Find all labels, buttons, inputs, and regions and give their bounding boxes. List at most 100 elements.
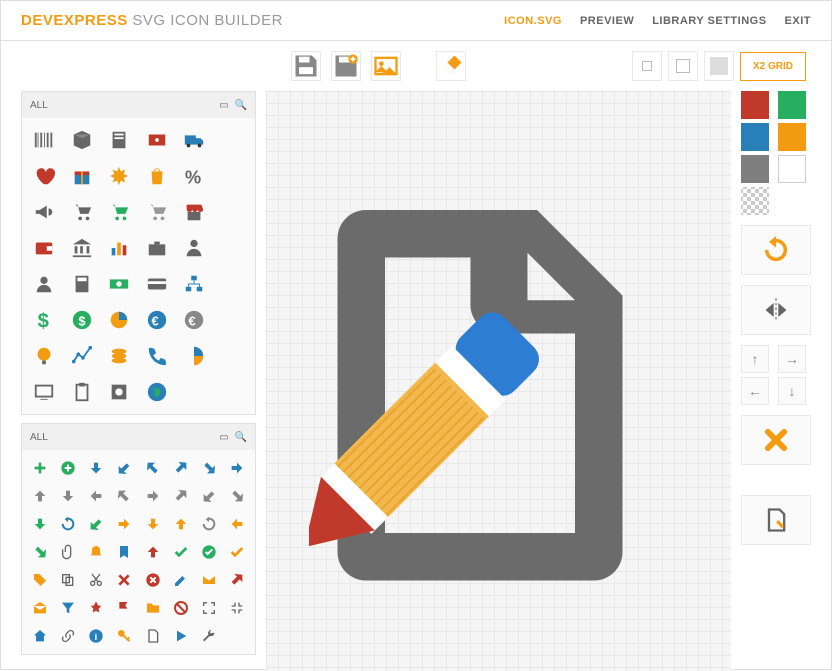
nudge-right[interactable]: → [778, 345, 806, 373]
server-icon[interactable] [101, 122, 137, 158]
size-medium-button[interactable] [668, 51, 698, 81]
save-as-button[interactable] [331, 51, 361, 81]
bag-icon[interactable] [139, 158, 175, 194]
flag-icon[interactable] [110, 594, 138, 622]
dollar-icon[interactable]: $ [26, 302, 62, 338]
calculator-icon[interactable] [64, 266, 100, 302]
play-icon[interactable] [167, 622, 195, 650]
fullscreen-icon[interactable] [195, 594, 223, 622]
pin-icon[interactable] [82, 594, 110, 622]
rotate-button[interactable] [741, 225, 811, 275]
arrow-up-red-icon[interactable] [139, 538, 167, 566]
swatch-gray[interactable] [741, 155, 769, 183]
info-icon[interactable]: i [82, 622, 110, 650]
save-button[interactable] [291, 51, 321, 81]
lib1-search-icon[interactable]: 🔍 [235, 100, 247, 111]
eraser-button[interactable] [436, 51, 466, 81]
copy-icon[interactable] [54, 566, 82, 594]
arrow-ul-gray-icon[interactable] [110, 482, 138, 510]
swatch-green[interactable] [778, 91, 806, 119]
arrow-dl-gray-icon[interactable] [195, 482, 223, 510]
org-chart-icon[interactable] [176, 266, 212, 302]
tag-icon[interactable] [26, 566, 54, 594]
flip-button[interactable] [741, 285, 811, 335]
arrow-left-orange-icon[interactable] [223, 510, 251, 538]
delete-button[interactable] [741, 415, 811, 465]
swatch-red[interactable] [741, 91, 769, 119]
pie-chart-icon[interactable] [176, 338, 212, 374]
arrow-down-blue-icon[interactable] [82, 454, 110, 482]
arrow-down-green-icon[interactable] [26, 510, 54, 538]
credit-card-icon[interactable] [139, 266, 175, 302]
arrow-ur-gray-icon[interactable] [167, 482, 195, 510]
line-chart-icon[interactable] [64, 338, 100, 374]
size-large-button[interactable] [704, 51, 734, 81]
truck-icon[interactable] [176, 122, 212, 158]
dollar-circle-icon[interactable]: $ [64, 302, 100, 338]
arrow-down-orange-icon[interactable] [139, 510, 167, 538]
nav-library-settings[interactable]: LIBRARY SETTINGS [652, 15, 766, 27]
refresh-blue-icon[interactable] [54, 510, 82, 538]
globe-icon[interactable] [139, 374, 175, 410]
swatch-transparent[interactable] [741, 187, 769, 215]
swatch-orange[interactable] [778, 123, 806, 151]
lib2-search-icon[interactable]: 🔍 [235, 432, 247, 443]
arrow-up-gray-icon[interactable] [26, 482, 54, 510]
check-green-icon[interactable] [167, 538, 195, 566]
size-small-button[interactable] [632, 51, 662, 81]
arrow-dl-blue-icon[interactable] [110, 454, 138, 482]
link-icon[interactable] [54, 622, 82, 650]
briefcase-icon[interactable] [139, 230, 175, 266]
arrow-ur-blue-icon[interactable] [167, 454, 195, 482]
plus-icon[interactable] [26, 454, 54, 482]
arrow-up-orange-icon[interactable] [167, 510, 195, 538]
forbidden-icon[interactable] [167, 594, 195, 622]
lib2-filter-icon[interactable]: ▭ [219, 432, 228, 443]
euro-icon[interactable]: € [139, 302, 175, 338]
cut-icon[interactable] [82, 566, 110, 594]
safe-icon[interactable] [101, 374, 137, 410]
screen-icon[interactable] [26, 374, 62, 410]
arrow-down-gray-icon[interactable] [54, 482, 82, 510]
nudge-up[interactable]: ↑ [741, 345, 769, 373]
doc-icon[interactable] [139, 622, 167, 650]
cash-icon[interactable] [101, 266, 137, 302]
store-icon[interactable] [176, 194, 212, 230]
clipboard-icon[interactable] [64, 374, 100, 410]
arrow-dr-green-icon[interactable] [26, 538, 54, 566]
heart-icon[interactable] [26, 158, 62, 194]
bank-icon[interactable] [64, 230, 100, 266]
user-icon[interactable] [26, 266, 62, 302]
grid-scale-button[interactable]: X2 GRID [740, 52, 806, 81]
bulb-icon[interactable] [26, 338, 62, 374]
arrow-dl-green-icon[interactable] [82, 510, 110, 538]
refresh-gray-icon[interactable] [195, 510, 223, 538]
swatch-blue[interactable] [741, 123, 769, 151]
attach-icon[interactable] [54, 538, 82, 566]
check-circle-icon[interactable] [195, 538, 223, 566]
manager-icon[interactable] [176, 230, 212, 266]
arrow-dr-gray-icon[interactable] [223, 482, 251, 510]
arrow-ur-red-icon[interactable] [223, 566, 251, 594]
burst-icon[interactable] [101, 158, 137, 194]
cart-gray-icon[interactable] [139, 194, 175, 230]
bookmark-icon[interactable] [110, 538, 138, 566]
home-icon[interactable] [26, 622, 54, 650]
nav-preview[interactable]: PREVIEW [580, 15, 634, 27]
percent-icon[interactable]: % [176, 158, 212, 194]
folder-icon[interactable] [139, 594, 167, 622]
coins-icon[interactable] [101, 338, 137, 374]
funnel-icon[interactable] [54, 594, 82, 622]
check-orange-icon[interactable] [223, 538, 251, 566]
lib1-filter-icon[interactable]: ▭ [219, 100, 228, 111]
wallet-icon[interactable] [26, 230, 62, 266]
nav-exit[interactable]: EXIT [785, 15, 811, 27]
swatch-white[interactable] [778, 155, 806, 183]
image-button[interactable] [371, 51, 401, 81]
edit-document-button[interactable] [741, 495, 811, 545]
ticket-icon[interactable] [139, 122, 175, 158]
plus-circle-icon[interactable] [54, 454, 82, 482]
nav-icon-svg[interactable]: ICON.SVG [504, 15, 562, 27]
key-icon[interactable] [110, 622, 138, 650]
edit-icon[interactable] [167, 566, 195, 594]
